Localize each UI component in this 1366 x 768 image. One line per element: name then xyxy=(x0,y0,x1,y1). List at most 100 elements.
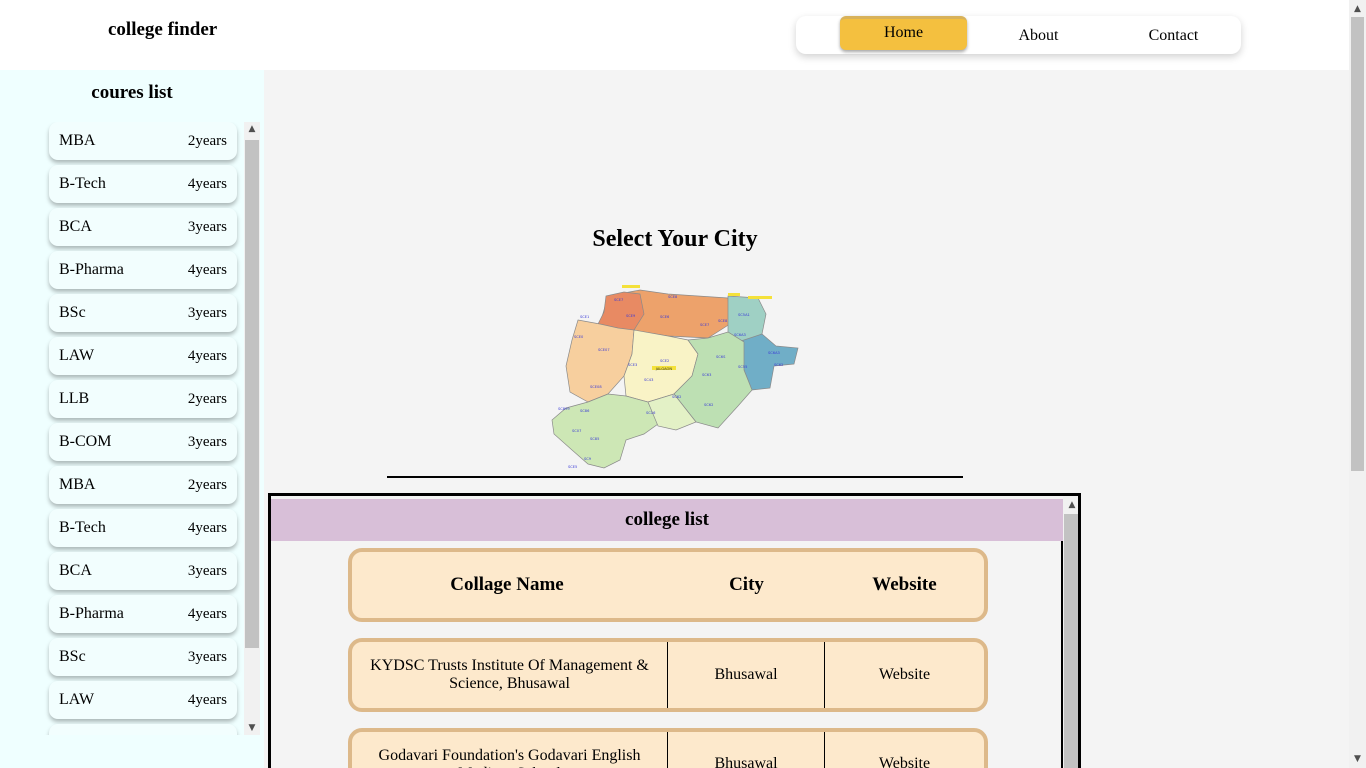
brand-title: college finder xyxy=(108,19,218,40)
list-item[interactable]: LLB 2years xyxy=(49,380,237,418)
list-item[interactable]: B-Pharma 4years xyxy=(49,251,237,289)
course-name: LAW xyxy=(59,691,95,708)
column-header-name: Collage Name xyxy=(450,574,564,595)
svg-text:SCE07: SCE07 xyxy=(598,348,610,352)
college-city-cell: Bhusawal xyxy=(668,642,825,708)
college-list-panel[interactable]: college list Collage Name City Website K… xyxy=(268,493,1081,768)
column-header-city: City xyxy=(729,574,764,595)
svg-text:SC9: SC9 xyxy=(584,457,592,461)
course-name: B-Tech xyxy=(59,519,106,536)
list-item[interactable]: LAW 4years xyxy=(49,681,237,719)
sidebar-title: coures list xyxy=(91,82,173,103)
section-divider xyxy=(387,476,963,478)
svg-text:SCE8: SCE8 xyxy=(718,319,728,323)
scroll-down-icon[interactable]: ▼ xyxy=(1349,752,1366,766)
college-list-title: college list xyxy=(271,499,1063,541)
map-region-west[interactable] xyxy=(565,319,635,403)
course-list: MBA 2years B-Tech 4years BCA 3years B-Pharma 4y… xyxy=(44,122,244,735)
course-duration: 3years xyxy=(187,563,227,579)
list-item[interactable]: MBA 2years xyxy=(49,122,237,160)
svg-text:SC63: SC63 xyxy=(702,373,711,377)
course-duration: 4years xyxy=(187,692,227,708)
course-sidebar: coures list MBA 2years B-Tech 4years BCA 3yea… xyxy=(0,70,264,768)
svg-text:SC55: SC55 xyxy=(738,365,747,369)
course-name: LAW xyxy=(59,347,95,364)
college-scroll-thumb[interactable] xyxy=(1064,514,1078,768)
course-list-container[interactable]: MBA 2years B-Tech 4years BCA 3years B-Pharma 4y… xyxy=(44,122,260,735)
list-item[interactable]: MBA 2years xyxy=(49,466,237,504)
course-duration: 3years xyxy=(187,434,227,450)
svg-text:SCE3: SCE3 xyxy=(628,363,637,367)
course-name: BSc xyxy=(59,304,86,321)
svg-text:SC16: SC16 xyxy=(646,411,656,415)
course-duration: 4years xyxy=(187,606,227,622)
svg-text:SC62: SC62 xyxy=(774,363,783,367)
course-name: BCA xyxy=(59,218,92,235)
svg-text:SC5A1: SC5A1 xyxy=(738,313,750,317)
course-duration: 3years xyxy=(187,219,227,235)
list-item[interactable]: LAW 4years xyxy=(49,337,237,375)
district-map[interactable]: JALGAON SCE7 SCE8 SCE9 SCE6 SCE7 SCE8 SC5A1 S… xyxy=(548,284,800,470)
svg-text:SCE5: SCE5 xyxy=(568,465,577,469)
course-duration: 4years xyxy=(187,176,227,192)
svg-text:SCE7: SCE7 xyxy=(700,323,709,327)
list-item[interactable]: BSc 3years xyxy=(49,638,237,676)
svg-text:SCE2: SCE2 xyxy=(660,359,669,363)
college-website-link[interactable]: Website xyxy=(825,642,984,708)
list-item[interactable]: B-Pharma 4years xyxy=(49,595,237,633)
svg-text:SCE08: SCE08 xyxy=(590,385,602,389)
course-name: B-COM xyxy=(59,433,112,450)
table-row: Godavari Foundation's Godavari English M… xyxy=(348,728,988,768)
list-item[interactable]: B-Tech 4years xyxy=(49,509,237,547)
course-list-scrollbar[interactable]: ▲ ▼ xyxy=(244,122,260,735)
scroll-down-icon[interactable]: ▼ xyxy=(244,721,260,735)
select-city-heading: Select Your City xyxy=(592,226,758,252)
list-item[interactable]: B-COM 3years xyxy=(49,423,237,461)
course-name: MBA xyxy=(59,476,96,493)
course-duration: 3years xyxy=(187,649,227,665)
svg-text:SC62: SC62 xyxy=(672,395,681,399)
course-name: MBA xyxy=(59,132,96,149)
column-header-website: Website xyxy=(872,574,937,595)
nav-about-link[interactable]: About xyxy=(975,20,1102,50)
svg-text:SC6A3: SC6A3 xyxy=(768,351,780,355)
svg-text:SC07: SC07 xyxy=(572,429,581,433)
course-name: LLB xyxy=(59,390,90,407)
page-scroll-thumb[interactable] xyxy=(1351,17,1364,471)
svg-text:SCE0: SCE0 xyxy=(574,335,584,339)
list-item[interactable]: BCA 3years xyxy=(49,208,237,246)
page-scrollbar[interactable]: ▲ ▼ xyxy=(1349,0,1366,768)
college-website-link[interactable]: Website xyxy=(825,732,984,768)
course-name: B-Tech xyxy=(59,175,106,192)
scroll-up-icon[interactable]: ▲ xyxy=(1063,498,1078,512)
scroll-up-icon[interactable]: ▲ xyxy=(1349,2,1366,16)
course-duration: 3years xyxy=(187,305,227,321)
list-item[interactable]: BCA 3years xyxy=(49,552,237,590)
map-city-label: JALGAON xyxy=(655,367,672,371)
svg-text:SC6S: SC6S xyxy=(716,355,726,359)
course-name: B-Pharma xyxy=(59,605,124,622)
table-row: KYDSC Trusts Institute Of Management & S… xyxy=(348,638,988,712)
map-region-south[interactable] xyxy=(551,393,659,469)
course-name: B-Pharma xyxy=(59,261,124,278)
course-duration: 4years xyxy=(187,348,227,364)
college-name-cell: Godavari Foundation's Godavari English M… xyxy=(352,732,668,768)
list-item[interactable]: B-Tech 4years xyxy=(49,165,237,203)
list-item[interactable] xyxy=(49,724,237,735)
svg-text:SC899: SC899 xyxy=(558,407,570,411)
nav-home-link[interactable]: Home xyxy=(840,16,967,50)
list-item[interactable]: BSc 3years xyxy=(49,294,237,332)
course-duration: 2years xyxy=(187,477,227,493)
college-list-scrollbar[interactable]: ▲ xyxy=(1063,496,1078,768)
course-name: BCA xyxy=(59,562,92,579)
college-name-cell: KYDSC Trusts Institute Of Management & S… xyxy=(352,642,668,708)
nav-contact-link[interactable]: Contact xyxy=(1110,20,1237,50)
college-city-cell: Bhusawal xyxy=(668,732,825,768)
main-nav: Home About Contact xyxy=(796,16,1241,54)
svg-text:SC62: SC62 xyxy=(704,403,713,407)
svg-text:SC43: SC43 xyxy=(644,378,653,382)
top-header: college finder Home About Contact xyxy=(0,0,1349,70)
svg-text:SCE7: SCE7 xyxy=(614,298,623,302)
course-scroll-thumb[interactable] xyxy=(245,140,259,648)
scroll-up-icon[interactable]: ▲ xyxy=(244,122,260,136)
